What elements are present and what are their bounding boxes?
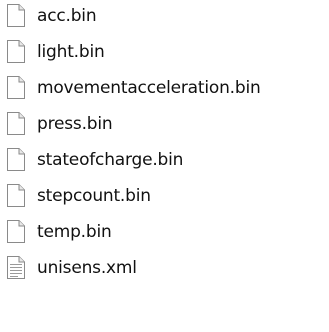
file-name: temp.bin bbox=[37, 222, 112, 242]
file-name: unisens.xml bbox=[37, 258, 137, 278]
file-icon bbox=[7, 148, 25, 171]
text-file-icon bbox=[7, 256, 25, 279]
file-icon bbox=[7, 40, 25, 63]
file-item-stepcount-bin[interactable]: stepcount.bin bbox=[0, 180, 329, 216]
file-item-unisens-xml[interactable]: unisens.xml bbox=[0, 252, 329, 288]
file-list: acc.bin light.bin movementacceleration.b… bbox=[0, 0, 329, 332]
file-name: press.bin bbox=[37, 114, 113, 134]
file-item-press-bin[interactable]: press.bin bbox=[0, 108, 329, 144]
file-icon bbox=[7, 76, 25, 99]
file-name: acc.bin bbox=[37, 6, 97, 26]
file-name: stepcount.bin bbox=[37, 186, 151, 206]
file-item-light-bin[interactable]: light.bin bbox=[0, 36, 329, 72]
file-name: stateofcharge.bin bbox=[37, 150, 184, 170]
file-name: movementacceleration.bin bbox=[37, 78, 261, 98]
file-icon bbox=[7, 4, 25, 27]
file-icon bbox=[7, 220, 25, 243]
file-icon bbox=[7, 112, 25, 135]
file-item-stateofcharge-bin[interactable]: stateofcharge.bin bbox=[0, 144, 329, 180]
file-item-acc-bin[interactable]: acc.bin bbox=[0, 0, 329, 36]
file-item-temp-bin[interactable]: temp.bin bbox=[0, 216, 329, 252]
file-name: light.bin bbox=[37, 42, 105, 62]
file-item-movementacceleration-bin[interactable]: movementacceleration.bin bbox=[0, 72, 329, 108]
file-icon bbox=[7, 184, 25, 207]
